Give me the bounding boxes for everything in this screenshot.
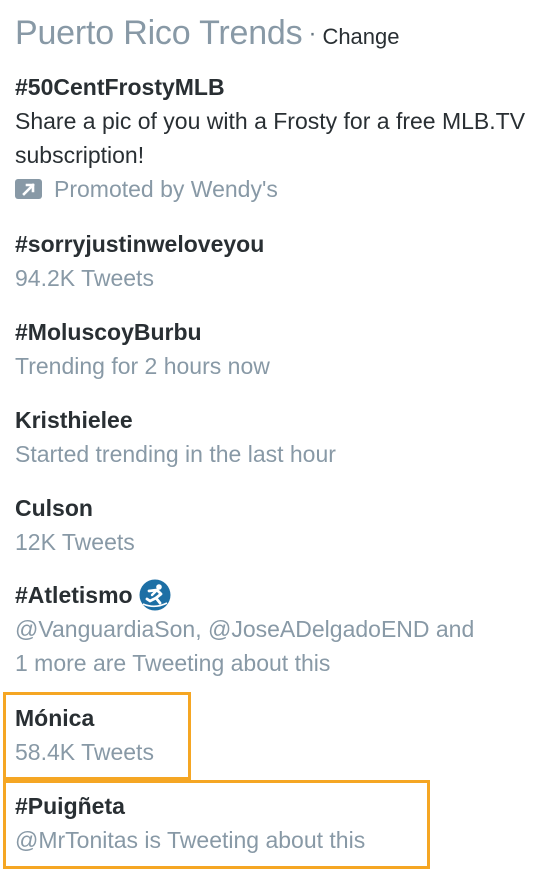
trend-item[interactable]: #MoluscoyBurbu Trending for 2 hours now (15, 315, 547, 383)
trend-meta: 12K Tweets (15, 529, 135, 555)
trends-title: Puerto Rico Trends (15, 14, 303, 52)
trend-item[interactable]: Mónica 58.4K Tweets (15, 701, 547, 769)
trend-name-row[interactable]: #Atletismo (15, 578, 547, 612)
trend-item[interactable]: Culson 12K Tweets (15, 491, 547, 559)
trend-item[interactable]: #Atletismo @VanguardiaSon, @JoseADelgado… (15, 578, 547, 680)
trend-item[interactable]: #Puigñeta @MrTonitas is Tweeting about t… (15, 789, 547, 857)
trend-item[interactable]: Kristhielee Started trending in the last… (15, 403, 547, 471)
trend-meta: Started trending in the last hour (15, 441, 336, 467)
trend-meta: 58.4K Tweets (15, 739, 154, 765)
trend-name[interactable]: #50CentFrostyMLB (15, 70, 547, 104)
trend-name[interactable]: #MoluscoyBurbu (15, 315, 547, 349)
runner-hashflag-icon (139, 579, 171, 611)
trend-name[interactable]: Kristhielee (15, 403, 547, 437)
trend-description: Share a pic of you with a Frosty for a f… (15, 108, 526, 168)
trend-name[interactable]: Culson (15, 491, 547, 525)
trend-name[interactable]: #Atletismo (15, 578, 133, 612)
trend-name[interactable]: Mónica (15, 701, 547, 735)
trend-item[interactable]: #sorryjustinweloveyou 94.2K Tweets (15, 227, 547, 295)
trend-name[interactable]: #sorryjustinweloveyou (15, 227, 547, 261)
promoted-arrow-icon (15, 179, 42, 199)
trend-name[interactable]: #Puigñeta (15, 789, 547, 823)
promoted-by: Promoted by Wendy's (15, 172, 547, 206)
promoted-label: Promoted by Wendy's (54, 176, 278, 202)
trend-meta: Trending for 2 hours now (15, 353, 270, 379)
header-separator: · (308, 20, 317, 47)
trend-meta: @MrTonitas is Tweeting about this (15, 827, 366, 853)
trend-meta: 94.2K Tweets (15, 265, 154, 291)
trend-item-promoted[interactable]: #50CentFrostyMLB Share a pic of you with… (15, 70, 547, 206)
trends-header: Puerto Rico Trends · Change (15, 14, 400, 53)
change-location-link[interactable]: Change (322, 24, 399, 49)
trend-meta-line: @VanguardiaSon, @JoseADelgadoEND and (15, 616, 475, 642)
trend-meta-line: 1 more are Tweeting about this (15, 650, 331, 676)
